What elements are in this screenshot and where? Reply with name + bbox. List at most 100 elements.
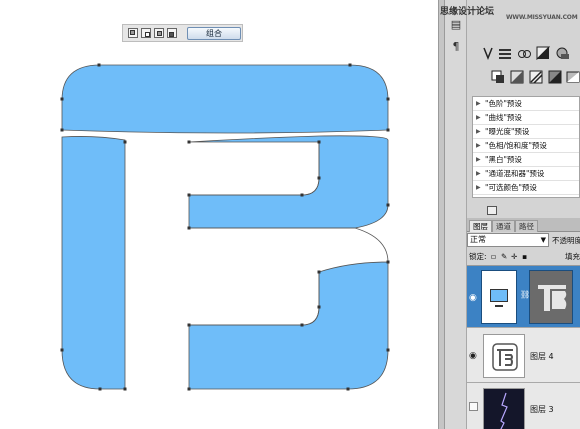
anchor-point[interactable] <box>348 63 352 67</box>
brightness-contrast-icon[interactable] <box>481 46 495 61</box>
layers-panel-tabs: 图层 通道 路径 <box>467 218 580 232</box>
shape-top-bar[interactable] <box>61 64 389 134</box>
vector-mask-thumbnail <box>529 270 573 324</box>
opacity-label: 不透明度 <box>552 236 580 245</box>
panel-splitter[interactable] <box>438 0 445 429</box>
anchor-point[interactable] <box>187 140 191 144</box>
blend-mode-select[interactable]: 正常 ▼ <box>467 233 549 247</box>
anchor-point[interactable] <box>187 226 191 230</box>
anchor-point[interactable] <box>300 323 304 327</box>
preset-item[interactable]: ▶ "可选颜色"预设 <box>473 182 579 195</box>
anchor-point[interactable] <box>386 348 390 352</box>
anchor-point[interactable] <box>386 128 390 132</box>
lock-row: 锁定: ▫ ✎ ✛ ▪ 填充 <box>467 250 580 264</box>
anchor-point[interactable] <box>187 323 191 327</box>
lock-position-icon[interactable]: ✛ <box>511 250 517 264</box>
paragraph-icon[interactable]: ¶ <box>449 40 463 54</box>
expand-triangle-icon: ▶ <box>476 114 481 121</box>
anchor-point[interactable] <box>60 97 64 101</box>
expand-triangle-icon: ▶ <box>476 142 481 149</box>
tab-channels[interactable]: 通道 <box>492 220 515 232</box>
adjustment-presets-list: ▶ "色阶"预设 ▶ "曲线"预设 ▶ "曝光度"预设 ▶ "色相/饱和度"预设… <box>472 96 580 198</box>
preset-item[interactable]: ▶ "曲线"预设 <box>473 112 579 125</box>
color-balance-icon[interactable] <box>491 70 505 84</box>
tab-paths[interactable]: 路径 <box>515 220 538 232</box>
subtract-shape-icon[interactable] <box>141 28 151 38</box>
lock-paint-icon[interactable]: ✎ <box>501 250 507 264</box>
layer-name: 图层 4 <box>530 352 554 361</box>
expand-triangle-icon: ▶ <box>476 100 481 107</box>
combine-button[interactable]: 组合 <box>187 27 241 40</box>
watermark-chinese-text: 思缘设计论坛 <box>440 7 495 17</box>
anchor-point[interactable] <box>317 305 321 309</box>
levels-icon[interactable] <box>498 46 512 60</box>
anchor-point[interactable] <box>317 140 321 144</box>
anchor-point[interactable] <box>187 193 191 197</box>
anchor-point[interactable] <box>60 128 64 132</box>
visibility-eye-icon[interactable]: ◉ <box>469 293 479 303</box>
layer-name: 图层 3 <box>530 405 554 414</box>
blend-mode-value: 正常 <box>470 235 486 244</box>
visibility-toggle-box[interactable] <box>469 402 478 411</box>
dropdown-arrow-icon: ▼ <box>540 236 546 244</box>
photo-filter-icon[interactable] <box>529 70 543 84</box>
shape-t-stem[interactable] <box>61 136 126 390</box>
layer-row-3[interactable]: 图层 3 <box>467 384 580 429</box>
layer-row-4[interactable]: ◉ 图层 4 <box>467 329 580 383</box>
anchor-point[interactable] <box>123 140 127 144</box>
anchor-point[interactable] <box>317 176 321 180</box>
anchor-point[interactable] <box>187 387 191 391</box>
channel-mixer-icon[interactable] <box>548 70 562 84</box>
anchor-point[interactable] <box>386 260 390 264</box>
expand-triangle-icon: ▶ <box>476 156 481 163</box>
tab-layers[interactable]: 图层 <box>469 220 492 232</box>
layers-list: ◉ ⛓ ◉ 图层 4 图层 3 <box>467 265 580 429</box>
lock-transparency-icon[interactable]: ▫ <box>491 250 496 264</box>
intersect-shape-icon[interactable] <box>154 28 164 38</box>
fill-label: 填充 <box>565 252 580 261</box>
expand-triangle-icon: ▶ <box>476 184 481 191</box>
panel-dock-strip: ▤ ¶ <box>445 0 467 429</box>
layer-thumbnail <box>483 334 525 378</box>
expand-triangle-icon: ▶ <box>476 170 481 177</box>
preset-item[interactable]: ▶ "色阶"预设 <box>473 98 579 111</box>
anchor-point[interactable] <box>123 387 127 391</box>
tb-logo-icon <box>538 285 567 311</box>
add-to-shape-icon[interactable] <box>128 28 138 38</box>
layer-thumbnail <box>483 388 525 429</box>
anchor-point[interactable] <box>300 193 304 197</box>
tb-logo-icon <box>492 343 518 371</box>
lock-all-icon[interactable]: ▪ <box>522 250 527 264</box>
path-operations-toolbar: 组合 <box>122 24 243 42</box>
adjustment-icons-grid <box>477 44 580 96</box>
anchor-point[interactable] <box>60 348 64 352</box>
expand-triangle-icon: ▶ <box>476 128 481 135</box>
layer-row-shape[interactable]: ◉ ⛓ <box>467 266 580 328</box>
lock-label: 锁定: <box>469 252 487 261</box>
preset-item[interactable]: ▶ "通道混和器"预设 <box>473 168 579 181</box>
watermark-url-text: WWW.MISSYUAN.COM <box>506 14 578 21</box>
lightning-image-icon <box>500 392 508 429</box>
visibility-eye-icon[interactable]: ◉ <box>469 351 479 361</box>
preset-item[interactable]: ▶ "色相/饱和度"预设 <box>473 140 579 153</box>
preset-item[interactable]: ▶ "黑白"预设 <box>473 154 579 167</box>
anchor-point[interactable] <box>346 387 350 391</box>
watermark: 思缘设计论坛 WWW.MISSYUAN.COM <box>440 4 580 26</box>
document-canvas[interactable]: 组合 <box>0 0 438 429</box>
hue-saturation-icon[interactable] <box>555 46 569 60</box>
shape-b-letter[interactable] <box>188 135 389 390</box>
gradient-map-icon[interactable] <box>566 70 580 84</box>
exposure-icon[interactable] <box>536 46 551 61</box>
anchor-point[interactable] <box>98 387 102 391</box>
anchor-point[interactable] <box>97 63 101 67</box>
anchor-point[interactable] <box>386 97 390 101</box>
layer-thumbnail <box>481 270 517 324</box>
clip-to-layer-icon[interactable] <box>487 206 497 215</box>
exclude-overlap-icon[interactable] <box>167 28 177 38</box>
preset-item[interactable]: ▶ "曝光度"预设 <box>473 126 579 139</box>
anchor-point[interactable] <box>386 203 390 207</box>
curves-icon[interactable] <box>517 46 531 60</box>
anchor-point[interactable] <box>317 270 321 274</box>
black-white-icon[interactable] <box>510 70 524 84</box>
logo-shape-artwork[interactable] <box>0 0 438 429</box>
